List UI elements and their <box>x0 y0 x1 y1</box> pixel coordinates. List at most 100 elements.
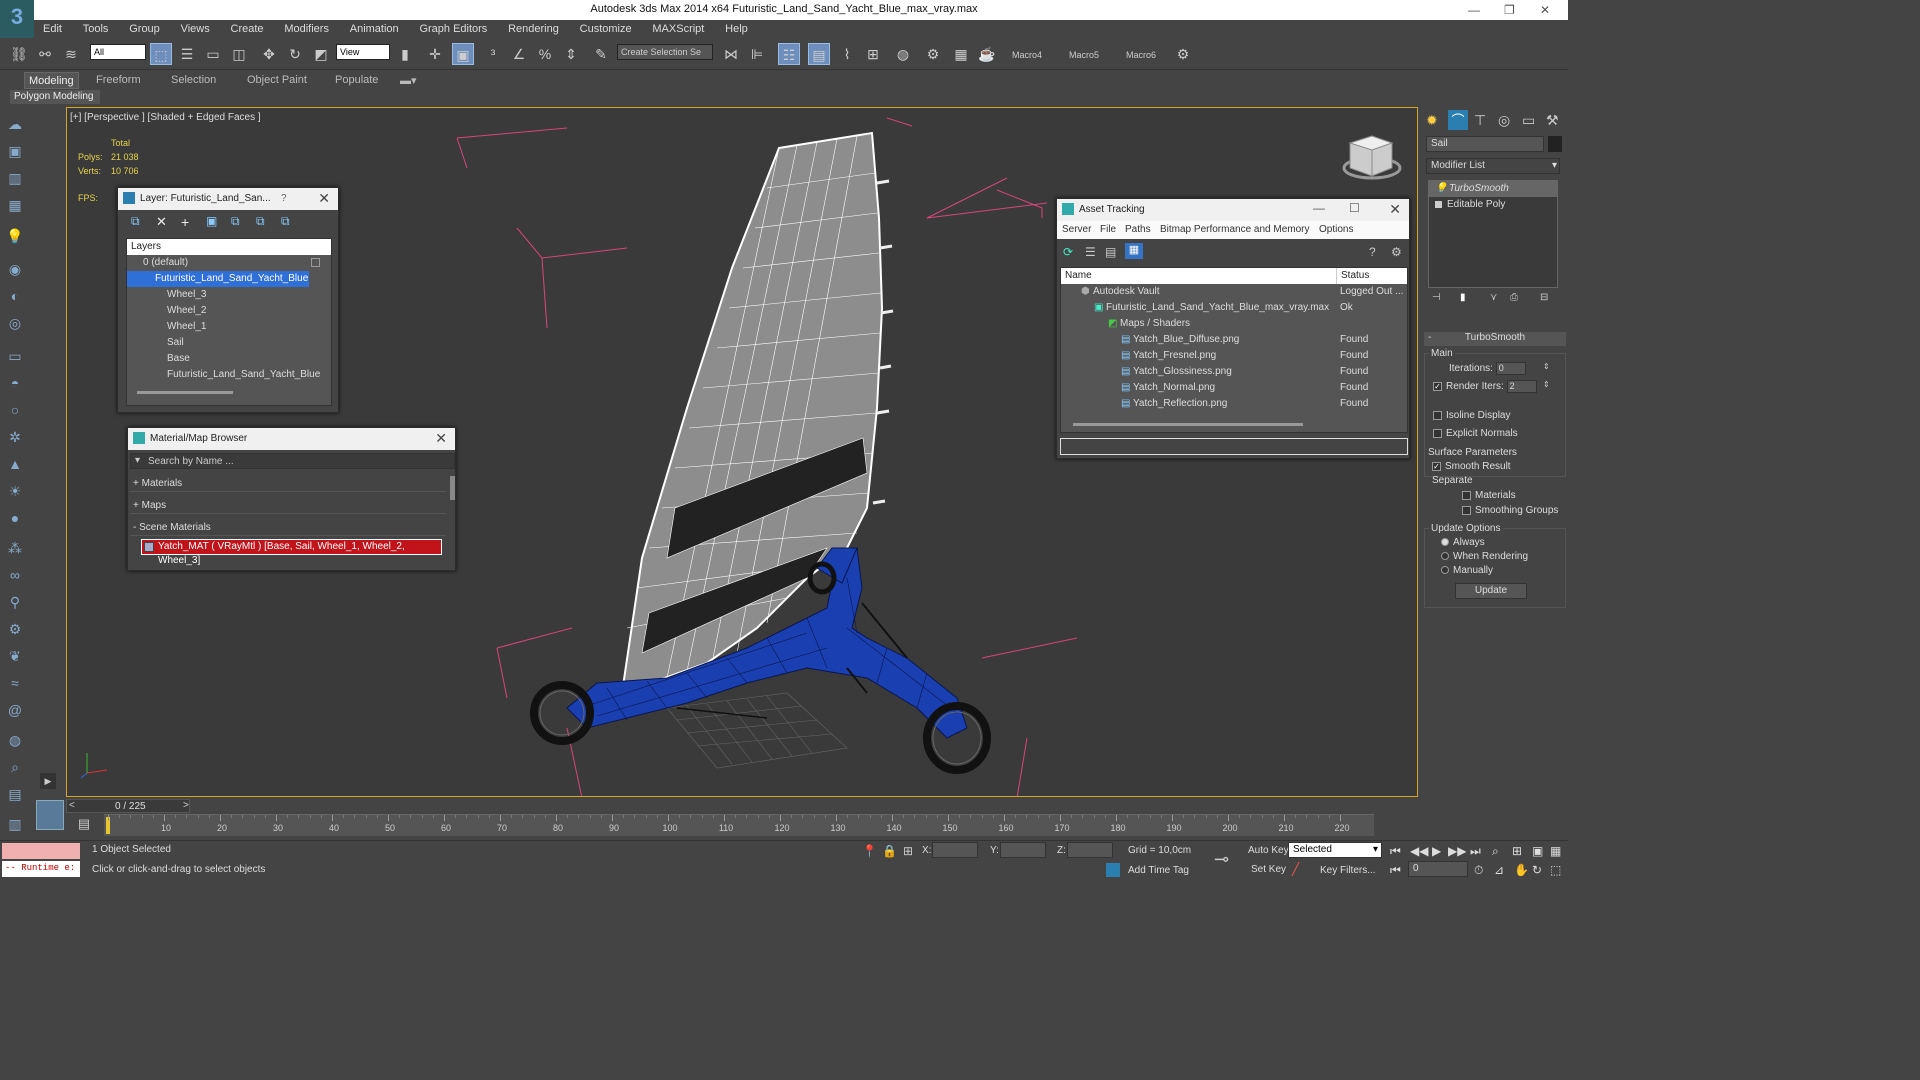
configure-sets-icon[interactable]: ⊟ <box>1540 292 1548 303</box>
maxscript-mini-listener[interactable] <box>2 843 80 859</box>
next-frame-icon[interactable]: > <box>183 800 189 811</box>
smooth-result-checkbox[interactable]: ✓ <box>1432 461 1441 471</box>
layer-object-sail[interactable]: Sail <box>127 335 331 351</box>
app-logo-icon[interactable]: 3 <box>0 0 34 38</box>
tab-selection[interactable]: Selection <box>171 74 216 86</box>
help-icon[interactable]: ? <box>281 193 287 204</box>
always-radio[interactable] <box>1441 538 1449 547</box>
macro6-button[interactable]: Macro6 <box>1126 50 1156 60</box>
expand-icon[interactable] <box>1435 201 1442 208</box>
tree-view-icon[interactable]: ▤ <box>1105 245 1116 259</box>
layer-manager-icon[interactable]: ☷ <box>778 43 800 65</box>
materials-checkbox[interactable] <box>1462 490 1471 500</box>
schematic-view-icon[interactable]: ⊞ <box>862 43 884 65</box>
gear2-icon[interactable]: ⚙ <box>5 621 25 641</box>
gear-small-icon[interactable]: ✲ <box>5 429 25 449</box>
iterations-spinner[interactable]: 0 <box>1495 362 1526 375</box>
asset-scrollbar[interactable] <box>1073 423 1303 426</box>
asset-menu-server[interactable]: Server <box>1062 224 1091 235</box>
asset-tracking-titlebar[interactable]: Asset Tracking — ☐ ✕ <box>1057 199 1409 221</box>
viewport-layout-icon[interactable] <box>36 800 64 830</box>
menu-animation[interactable]: Animation <box>341 20 408 35</box>
time-tag-icon[interactable] <box>1106 863 1120 877</box>
delete-layer-icon[interactable]: ✕ <box>156 214 167 230</box>
search-render-icon[interactable]: ⌕ <box>5 759 25 779</box>
layer-futuristic-yacht[interactable]: Futuristic_Land_Sand_Yacht_Blue <box>127 271 309 287</box>
hair-icon[interactable]: ≈ <box>5 675 25 695</box>
render-iters-checkbox[interactable]: ✓ <box>1433 382 1442 391</box>
rendered-frame-icon[interactable]: ▦ <box>950 43 972 65</box>
asset-row-glossiness[interactable]: ▤ Yatch_Glossiness.png Found <box>1061 364 1407 380</box>
display-tab-icon[interactable]: ▭ <box>1522 112 1535 129</box>
render-frame-icon[interactable]: ▣ <box>5 143 25 163</box>
move-icon[interactable]: ✥ <box>258 43 280 65</box>
key-filters-button[interactable]: Key Filters... <box>1320 865 1376 876</box>
asset-row-maps[interactable]: ◩ Maps / Shaders <box>1061 316 1407 332</box>
refresh-icon[interactable]: ⟳ <box>1063 245 1073 259</box>
layer-object-wheel1[interactable]: Wheel_1 <box>127 319 331 335</box>
modifier-turbosmooth[interactable]: 💡 TurboSmooth <box>1429 181 1557 197</box>
render-icon[interactable]: ☕ <box>976 43 998 65</box>
tab-modeling[interactable]: Modeling <box>24 72 79 89</box>
hierarchy-tab-icon[interactable]: ⊤ <box>1474 112 1486 129</box>
asset-menu-options[interactable]: Options <box>1319 224 1353 235</box>
light-icon[interactable]: 💡 <box>5 228 25 248</box>
pivot-icon[interactable]: ▮ <box>394 43 416 65</box>
table-view-icon[interactable]: ▦ <box>1125 243 1143 259</box>
layer-object-yacht[interactable]: Futuristic_Land_Sand_Yacht_Blue <box>127 367 331 383</box>
z-coord-field[interactable] <box>1067 842 1113 858</box>
asset-row-reflection[interactable]: ▤ Yatch_Reflection.png Found <box>1061 396 1407 412</box>
materials-section[interactable]: + Materials <box>130 476 446 492</box>
ball-icon[interactable]: ● <box>5 510 25 530</box>
asset-col-name[interactable]: Name <box>1065 268 1092 284</box>
hide-all-icon[interactable]: ⧉ <box>256 214 265 229</box>
asset-row-fresnel[interactable]: ▤ Yatch_Fresnel.png Found <box>1061 348 1407 364</box>
play-icon[interactable]: ▶ <box>1432 844 1441 858</box>
video-icon[interactable]: ◎ <box>5 315 25 335</box>
make-unique-icon[interactable]: ⋎ <box>1490 292 1497 303</box>
rotate-icon[interactable]: ↻ <box>284 43 306 65</box>
add-time-tag-button[interactable]: Add Time Tag <box>1128 865 1189 876</box>
sun-icon[interactable]: ☀ <box>5 483 25 503</box>
helper-icon[interactable]: ◐ <box>5 288 25 308</box>
asset-row-scene[interactable]: ▣ Futuristic_Land_Sand_Yacht_Blue_max_vra… <box>1061 300 1407 316</box>
close-icon[interactable]: ✕ <box>1540 3 1550 17</box>
time-slider[interactable]: < 0 / 225 > <box>66 799 190 813</box>
time-config-icon[interactable]: ⏱ <box>1474 863 1483 878</box>
menu-modifiers[interactable]: Modifiers <box>275 20 338 35</box>
menu-customize[interactable]: Customize <box>571 20 641 35</box>
modify-tab-icon[interactable]: ⌒ <box>1448 110 1468 130</box>
asset-row-vault[interactable]: ⬢ Autodesk Vault Logged Out ... <box>1061 284 1407 300</box>
select-by-name-icon[interactable]: ☰ <box>176 43 198 65</box>
spinner-arrows-icon[interactable]: ⇕ <box>1543 380 1550 389</box>
layer-scrollbar[interactable] <box>137 391 233 394</box>
menu-rendering[interactable]: Rendering <box>499 20 568 35</box>
percent-snap-icon[interactable]: % <box>534 43 556 65</box>
asset-path-field[interactable] <box>1060 438 1408 455</box>
menu-group[interactable]: Group <box>120 20 169 35</box>
asset-row-normal[interactable]: ▤ Yatch_Normal.png Found <box>1061 380 1407 396</box>
motion-tab-icon[interactable]: ◎ <box>1498 112 1510 129</box>
menu-tools[interactable]: Tools <box>74 20 118 35</box>
close-icon[interactable]: ✕ <box>1389 201 1401 218</box>
menu-maxscript[interactable]: MAXScript <box>643 20 713 35</box>
align-icon[interactable]: ⊫ <box>746 43 768 65</box>
layer-object-wheel3[interactable]: Wheel_3 <box>127 287 331 303</box>
render-setup-icon[interactable]: ⚙ <box>922 43 944 65</box>
ribbon-toggle-icon[interactable]: ▤ <box>808 43 830 65</box>
list-view-icon[interactable]: ☰ <box>1085 245 1096 259</box>
polygon-modeling-label[interactable]: Polygon Modeling <box>10 90 100 104</box>
fov-icon[interactable]: ⊿ <box>1494 863 1504 877</box>
minimize-icon[interactable]: — <box>1468 3 1480 17</box>
highlight-layer-icon[interactable]: ⧉ <box>231 214 240 229</box>
scale-icon[interactable]: ◩ <box>310 43 332 65</box>
camera-icon[interactable]: ◉ <box>5 261 25 281</box>
menu-views[interactable]: Views <box>172 20 219 35</box>
zoom-extents-icon[interactable]: ▣ <box>1532 844 1543 858</box>
maximize-viewport-icon[interactable]: ⬚ <box>1550 863 1561 877</box>
help-icon[interactable]: ? <box>1369 245 1376 259</box>
next-key-icon[interactable]: ▶▶ <box>1448 844 1466 858</box>
maps-section[interactable]: + Maps <box>130 498 446 514</box>
maximize-icon[interactable]: ☐ <box>1349 201 1360 215</box>
key-mode-icon[interactable]: ⏮ <box>1390 863 1401 878</box>
